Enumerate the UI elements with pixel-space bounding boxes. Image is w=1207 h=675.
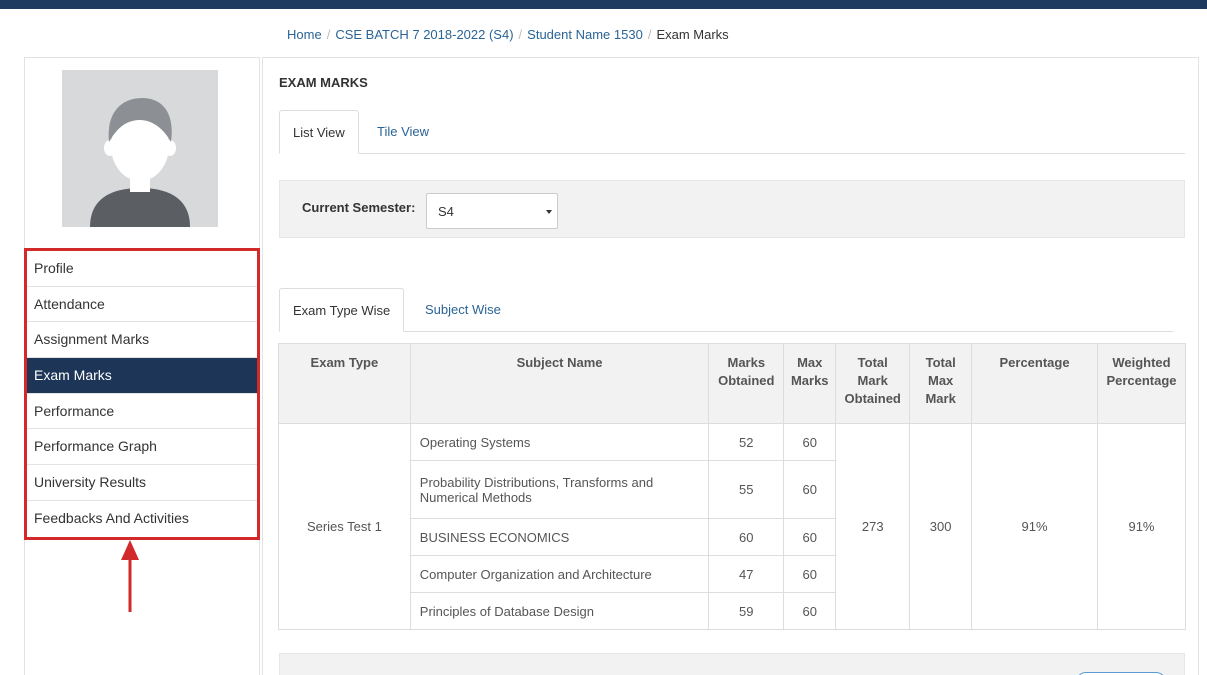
subject-name-cell: Principles of Database Design — [409, 592, 710, 630]
breadcrumb-home[interactable]: Home — [287, 27, 322, 42]
exam-marks-panel: EXAM MARKS List View Tile View Current S… — [262, 57, 1199, 675]
max-marks-cell: 60 — [783, 423, 837, 461]
view-tabs: List View Tile View — [279, 110, 1185, 154]
column-header-total-mark-obtained: Total Mark Obtained — [835, 343, 911, 424]
column-header-weighted-percentage: Weighted Percentage — [1096, 343, 1187, 424]
total-max-mark-cell: 300 — [909, 423, 973, 630]
tab-exam-type-wise[interactable]: Exam Type Wise — [279, 288, 405, 332]
semester-select[interactable]: S4 — [426, 193, 558, 229]
max-marks-cell: 60 — [783, 592, 837, 630]
sidebar-menu: Profile Attendance Assignment Marks Exam… — [24, 248, 260, 540]
top-bar — [0, 0, 1207, 9]
max-marks-cell: 60 — [783, 460, 837, 519]
sidebar-item-assignment-marks[interactable]: Assignment Marks — [27, 322, 257, 359]
percentage-cell: 91% — [971, 423, 1098, 630]
tab-subject-wise[interactable]: Subject Wise — [412, 288, 514, 332]
column-header-marks-obtained: Marks Obtained — [708, 343, 785, 424]
tab-list-view[interactable]: List View — [279, 110, 359, 154]
subject-name-cell: Probability Distributions, Transforms an… — [409, 460, 710, 519]
column-header-percentage: Percentage — [971, 343, 1098, 424]
column-header-subject-name: Subject Name — [409, 343, 710, 424]
semester-filter: Current Semester: S4 — [279, 180, 1185, 238]
marks-obtained-cell: 60 — [708, 518, 785, 556]
exam-marks-table: Exam Type Subject Name Marks Obtained Max… — [278, 343, 1187, 630]
breadcrumb-separator: / — [647, 27, 652, 42]
semester-selected-value: S4 — [438, 204, 454, 219]
breadcrumb-current: Exam Marks — [656, 27, 729, 42]
marks-obtained-cell: 47 — [708, 555, 785, 593]
column-header-max-marks: Max Marks — [783, 343, 837, 424]
next-section-panel — [279, 653, 1185, 675]
semester-label: Current Semester: — [302, 200, 416, 215]
marks-obtained-cell: 59 — [708, 592, 785, 630]
subject-name-cell: Operating Systems — [409, 423, 710, 461]
marks-obtained-cell: 52 — [708, 423, 785, 461]
breadcrumb-batch[interactable]: CSE BATCH 7 2018-2022 (S4) — [335, 27, 513, 42]
sidebar-item-profile[interactable]: Profile — [27, 251, 257, 287]
exam-type-cell: Series Test 1 — [278, 423, 411, 630]
weighted-percentage-cell: 91% — [1096, 423, 1187, 630]
breadcrumb-separator: / — [518, 27, 523, 42]
grouping-tabs: Exam Type Wise Subject Wise — [279, 288, 1173, 332]
sidebar-item-university-results[interactable]: University Results — [27, 465, 257, 501]
red-arrow-up-icon — [121, 540, 139, 612]
page-title: EXAM MARKS — [279, 75, 368, 90]
column-header-exam-type: Exam Type — [278, 343, 411, 424]
sidebar-item-performance[interactable]: Performance — [27, 394, 257, 430]
sidebar-item-exam-marks[interactable]: Exam Marks — [27, 358, 257, 394]
breadcrumb-separator: / — [326, 27, 331, 42]
tab-tile-view[interactable]: Tile View — [364, 110, 442, 154]
subject-name-cell: BUSINESS ECONOMICS — [409, 518, 710, 556]
column-header-total-max-mark: Total Max Mark — [909, 343, 973, 424]
max-marks-cell: 60 — [783, 518, 837, 556]
sidebar-item-feedbacks-and-activities[interactable]: Feedbacks And Activities — [27, 501, 257, 537]
sidebar-item-performance-graph[interactable]: Performance Graph — [27, 429, 257, 466]
subject-name-cell: Computer Organization and Architecture — [409, 555, 710, 593]
breadcrumb-student[interactable]: Student Name 1530 — [527, 27, 643, 42]
table-header-row: Exam Type Subject Name Marks Obtained Max… — [278, 343, 1187, 424]
max-marks-cell: 60 — [783, 555, 837, 593]
total-mark-obtained-cell: 273 — [835, 423, 911, 630]
sidebar-item-attendance[interactable]: Attendance — [27, 287, 257, 323]
marks-obtained-cell: 55 — [708, 460, 785, 519]
table-row: Series Test 1 Operating Systems 52 60 27… — [278, 423, 1187, 630]
avatar-placeholder-icon — [62, 70, 218, 227]
caret-down-icon — [546, 210, 552, 214]
avatar — [62, 70, 218, 227]
breadcrumb: Home / CSE BATCH 7 2018-2022 (S4) / Student … — [287, 27, 729, 42]
